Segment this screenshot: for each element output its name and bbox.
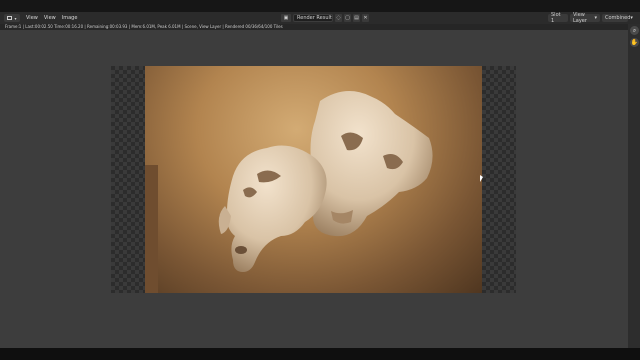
zoom-icon[interactable]: ⌕ <box>630 26 639 35</box>
slot-dropdown[interactable]: Slot 1 <box>548 12 568 24</box>
pass-label: Combined <box>605 15 631 21</box>
editor-type-button[interactable]: ▾ <box>4 14 20 22</box>
menu-view-2[interactable]: View <box>44 15 56 21</box>
transparent-background-left <box>111 66 145 293</box>
hand-pan-icon[interactable]: ✋ <box>630 38 639 47</box>
mouse-cursor-icon <box>480 175 483 182</box>
image-browse-group: ▣ Render Result ◌ ▢ ▤ ✕ <box>281 14 369 22</box>
transparent-background-right <box>482 66 516 293</box>
chevron-down-icon: ▾ <box>630 15 633 21</box>
window-bottom-strip <box>0 348 640 360</box>
fake-user-button[interactable]: ◌ <box>335 14 342 22</box>
unlink-image-button[interactable]: ✕ <box>362 14 369 22</box>
chevron-down-icon: ▾ <box>594 15 597 21</box>
menu-view-1[interactable]: View <box>26 15 38 21</box>
monkey-head-right <box>309 91 433 237</box>
monkey-heads-render <box>218 91 433 272</box>
window-top-strip <box>0 0 640 12</box>
menu-image[interactable]: Image <box>62 15 78 21</box>
open-image-button[interactable]: ▤ <box>353 14 360 22</box>
render-result-image <box>145 66 482 293</box>
monkey-head-left <box>218 145 327 272</box>
view-layer-label: View Layer <box>573 12 587 24</box>
pass-dropdown[interactable]: Combined ▾ <box>602 14 633 22</box>
right-toolbar <box>628 24 640 348</box>
view-layer-dropdown[interactable]: View Layer ▾ <box>570 12 600 24</box>
new-image-button[interactable]: ▢ <box>344 14 351 22</box>
image-browse-icon[interactable]: ▣ <box>281 14 291 22</box>
render-unrendered-tiles <box>145 165 158 293</box>
chevron-down-icon: ▾ <box>14 15 17 21</box>
image-name-field[interactable]: Render Result <box>293 14 333 22</box>
slot-label: Slot 1 <box>551 12 561 24</box>
image-editor-icon <box>7 16 13 20</box>
